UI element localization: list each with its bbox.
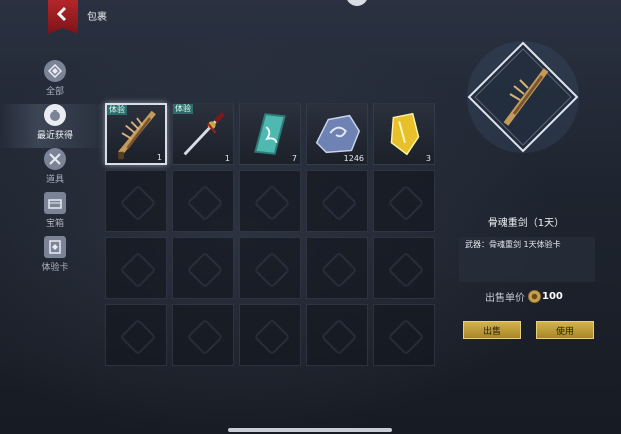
item-description-text: 武器：骨魂重剑 1天体验卡 <box>465 240 561 249</box>
empty-slot[interactable] <box>105 304 167 366</box>
inventory-slot[interactable]: 7 <box>239 103 301 165</box>
home-indicator[interactable] <box>228 428 392 432</box>
item-name: 骨魂重剑（1天） <box>487 218 565 229</box>
price-value: 100 <box>542 291 563 302</box>
empty-slot[interactable] <box>239 237 301 299</box>
grid-icon <box>44 60 66 82</box>
empty-slot[interactable] <box>105 170 167 232</box>
inventory-slot[interactable]: 1246 <box>306 103 368 165</box>
inventory-slot[interactable]: 体验 1 <box>105 103 167 165</box>
coin-icon <box>528 290 541 303</box>
empty-slot[interactable] <box>172 170 234 232</box>
empty-slot[interactable] <box>373 237 435 299</box>
empty-slot[interactable] <box>105 237 167 299</box>
chest-icon <box>44 192 66 214</box>
empty-slot[interactable] <box>306 237 368 299</box>
sidebar-item-label: 体验卡 <box>41 263 69 273</box>
item-quantity: 1 <box>156 153 162 162</box>
inventory-slot[interactable]: 3 <box>373 103 435 165</box>
item-description: 武器：骨魂重剑 1天体验卡 <box>459 237 595 282</box>
status-indicator <box>346 0 368 6</box>
empty-slot[interactable] <box>306 304 368 366</box>
sidebar-item-all[interactable]: 全部 <box>30 60 80 97</box>
inventory-grid: 体验 1 体验 1 7 1246 3 <box>105 103 435 366</box>
empty-slot[interactable] <box>172 237 234 299</box>
sidebar-item-label: 道具 <box>45 175 64 185</box>
back-button[interactable] <box>48 0 78 34</box>
bag-icon <box>44 104 66 126</box>
page-title: 包裹 <box>87 12 107 23</box>
tools-icon <box>44 148 66 170</box>
sidebar-item-label: 最近获得 <box>36 131 73 141</box>
sidebar-item-tools[interactable]: 道具 <box>30 148 80 185</box>
empty-slot[interactable] <box>172 304 234 366</box>
sidebar-item-recent[interactable]: 最近获得 <box>30 104 80 141</box>
card-icon <box>44 236 66 258</box>
price-row: 出售单价 100 <box>485 289 563 304</box>
price-label: 出售单价 <box>485 293 525 304</box>
inventory-slot[interactable]: 体验 1 <box>172 103 234 165</box>
trial-tag: 体验 <box>107 105 127 115</box>
empty-slot[interactable] <box>239 170 301 232</box>
sidebar-item-label: 宝箱 <box>45 219 64 229</box>
sell-button[interactable]: 出售 <box>463 321 521 339</box>
empty-slot[interactable] <box>239 304 301 366</box>
use-button[interactable]: 使用 <box>536 321 594 339</box>
item-quantity: 1246 <box>343 154 364 163</box>
empty-slot[interactable] <box>306 170 368 232</box>
back-arrow-icon <box>56 7 67 21</box>
item-preview <box>467 41 579 153</box>
item-quantity: 1 <box>224 154 230 163</box>
sidebar-item-label: 全部 <box>45 87 64 97</box>
sidebar-item-chest[interactable]: 宝箱 <box>30 192 80 229</box>
empty-slot[interactable] <box>373 304 435 366</box>
item-quantity: 3 <box>425 154 431 163</box>
empty-slot[interactable] <box>373 170 435 232</box>
item-quantity: 7 <box>291 154 297 163</box>
sidebar-item-trial-card[interactable]: 体验卡 <box>30 236 80 273</box>
trial-tag: 体验 <box>173 104 193 114</box>
